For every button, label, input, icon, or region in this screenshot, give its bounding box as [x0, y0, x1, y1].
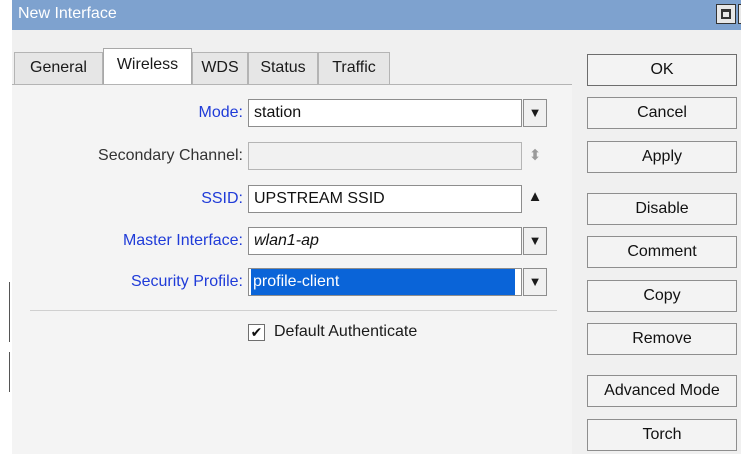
master-interface-field[interactable]: wlan1-ap — [248, 227, 522, 255]
action-button-column: OK Cancel Apply Disable Comment Copy Rem… — [572, 30, 741, 454]
dropdown-arrow-icon: ▼︎ — [528, 274, 542, 289]
default-authenticate-label: Default Authenticate — [274, 323, 418, 340]
tab-status[interactable]: Status — [248, 52, 318, 84]
maximize-button[interactable] — [716, 4, 736, 24]
torch-button[interactable]: Torch — [587, 419, 737, 451]
ok-button[interactable]: OK — [587, 54, 737, 86]
up-down-spinner-icon: ⬍ — [528, 147, 542, 164]
tab-general[interactable]: General — [14, 52, 103, 84]
advanced-mode-button[interactable]: Advanced Mode — [587, 375, 737, 407]
maximize-icon — [721, 9, 731, 19]
mode-field[interactable]: station — [248, 99, 522, 127]
copy-button[interactable]: Copy — [587, 280, 737, 312]
apply-button[interactable]: Apply — [587, 141, 737, 173]
dropdown-arrow-icon: ▼︎ — [528, 105, 542, 120]
window-title: New Interface — [18, 5, 117, 22]
secondary-channel-label: Secondary Channel: — [98, 147, 243, 164]
left-edge-strip — [0, 0, 12, 454]
ssid-label: SSID: — [201, 190, 243, 207]
security-profile-field[interactable]: profile-client — [248, 268, 522, 296]
new-interface-window: New Interface ✕ General Wireless WDS Sta… — [12, 0, 741, 454]
tab-traffic[interactable]: Traffic — [318, 52, 390, 84]
mode-dropdown-button[interactable]: ▼︎ — [523, 99, 547, 127]
tab-wireless[interactable]: Wireless — [103, 48, 192, 85]
edge-tick — [9, 282, 10, 342]
section-separator — [30, 310, 557, 311]
tab-wds[interactable]: WDS — [192, 52, 248, 84]
ssid-field[interactable]: UPSTREAM SSID — [248, 185, 522, 213]
up-arrow-icon[interactable]: ▲ — [527, 183, 543, 211]
edge-tick — [9, 352, 10, 392]
security-profile-label: Security Profile: — [130, 273, 243, 290]
secondary-channel-field — [248, 142, 522, 170]
remove-button[interactable]: Remove — [587, 323, 737, 355]
tab-strip: General Wireless WDS Status Traffic — [12, 30, 580, 87]
security-profile-dropdown-button[interactable]: ▼︎ — [523, 268, 547, 296]
disable-button[interactable]: Disable — [587, 193, 737, 225]
title-bar[interactable]: New Interface ✕ — [12, 0, 741, 30]
dropdown-arrow-icon: ▼︎ — [528, 233, 542, 248]
master-interface-dropdown-button[interactable]: ▼︎ — [523, 227, 547, 255]
mode-label: Mode: — [198, 104, 243, 121]
comment-button[interactable]: Comment — [587, 236, 737, 268]
cancel-button[interactable]: Cancel — [587, 97, 737, 129]
security-profile-value: profile-client — [251, 269, 515, 295]
default-authenticate-checkbox[interactable]: ✔ — [248, 324, 265, 341]
master-interface-label: Master Interface: — [122, 232, 243, 249]
